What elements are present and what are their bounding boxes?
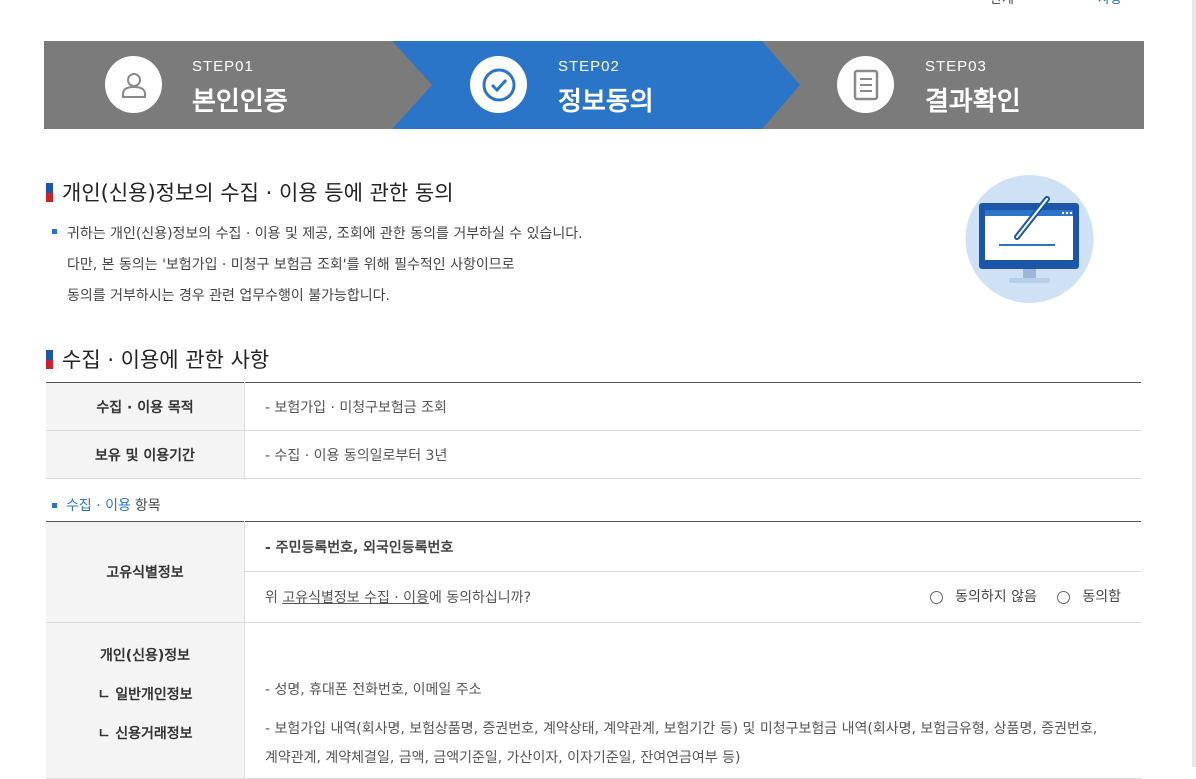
- credit-info-value: - 보험가입 내역(회사명, 보험상품명, 증권번호, 계약상태, 계약관계, …: [265, 721, 1098, 737]
- question-link[interactable]: 고유식별정보 수집 · 이용: [282, 590, 429, 606]
- disagree-radio[interactable]: [930, 590, 944, 604]
- user-icon: [105, 56, 162, 113]
- table-row: 보유 및 이용기간 - 수집 · 이용 동의일로부터 3년: [46, 430, 1141, 479]
- table-row: 수집 · 이용 목적 - 보험가입 · 미청구보험금 조회: [46, 382, 1141, 431]
- general-info-value: - 성명, 휴대폰 전화번호, 이메일 주소: [265, 682, 482, 698]
- table-row: 개인(신용)정보 ㄴ 일반개인정보 ㄴ 신용거래정보 - 성명, 휴대폰 전화번…: [46, 622, 1141, 779]
- top-nav-fragment-link[interactable]: 사항: [1098, 0, 1122, 7]
- step-title: 정보동의: [558, 87, 654, 117]
- row-value: - 성명, 휴대폰 전화번호, 이메일 주소 - 보험가입 내역(회사명, 보험…: [244, 622, 1141, 779]
- credit-info-value-cont: 계약관계, 계약체결일, 금액, 금액기준일, 가산이자, 이자기준일, 잔여연…: [265, 750, 741, 766]
- disagree-label[interactable]: 동의하지 않음: [955, 589, 1037, 605]
- items-label-dark: 항목: [134, 498, 161, 514]
- step-number: STEP01: [192, 58, 254, 75]
- usage-table: 수집 · 이용 목적 - 보험가입 · 미청구보험금 조회 보유 및 이용기간 …: [46, 382, 1141, 479]
- bullet-icon: [52, 229, 57, 234]
- step-title: 결과확인: [925, 87, 1021, 117]
- heading-text: 개인(신용)정보의 수집 · 이용 등에 관한 동의: [62, 181, 454, 205]
- table-row: 고유식별정보 - 주민등록번호, 외국인등록번호: [46, 521, 1141, 623]
- top-nav-fragment: 관계: [990, 0, 1014, 7]
- intro-line: 귀하는 개인(신용)정보의 수집 · 이용 및 제공, 조회에 관한 동의를 거…: [67, 226, 583, 242]
- row-value: - 수집 · 이용 동의일로부터 3년: [244, 430, 1141, 479]
- disagree-option[interactable]: 동의하지 않음: [930, 589, 1037, 605]
- check-icon: [470, 56, 527, 113]
- items-table: 고유식별정보 - 주민등록번호, 외국인등록번호 위 고유식별정보 수집 · 이…: [46, 521, 1141, 779]
- question-suffix: 에 동의하십니까?: [428, 590, 531, 606]
- intro-line: 동의를 거부하시는 경우 관련 업무수행이 불가능합니다.: [67, 288, 390, 304]
- row-label: 보유 및 이용기간: [46, 430, 245, 479]
- personal-info-label: 개인(신용)정보: [99, 648, 191, 664]
- step-3: STEP03 결과확인: [800, 41, 1144, 129]
- row-label: 수집 · 이용 목적: [46, 382, 245, 431]
- monitor-illustration: [965, 175, 1094, 303]
- step-2: STEP02 정보동의: [414, 41, 784, 129]
- usage-section-heading: 수집 · 이용에 관한 사항: [46, 344, 269, 374]
- document-icon: [837, 56, 894, 113]
- row-label: 개인(신용)정보 ㄴ 일반개인정보 ㄴ 신용거래정보: [46, 622, 245, 779]
- row-label: 고유식별정보: [46, 521, 245, 623]
- step-number: STEP03: [925, 58, 987, 75]
- heading-marker: [46, 182, 53, 202]
- consent-intro: 귀하는 개인(신용)정보의 수집 · 이용 및 제공, 조회에 관한 동의를 거…: [52, 219, 583, 312]
- step-title: 본인인증: [192, 87, 288, 117]
- heading-marker: [46, 349, 53, 369]
- bullet-icon: [52, 502, 57, 508]
- step-1: STEP01 본인인증: [44, 41, 392, 129]
- agree-label[interactable]: 동의함: [1082, 589, 1121, 605]
- consent-section-heading: 개인(신용)정보의 수집 · 이용 등에 관한 동의: [46, 177, 454, 207]
- intro-line: 다만, 본 동의는 '보험가입 · 미청구 보험금 조회'를 위해 필수적인 사…: [67, 257, 515, 273]
- step-progress-bar: STEP01 본인인증 STEP02 정보동의 STEP03 결과확인: [44, 41, 1144, 129]
- items-subheading: 수집 · 이용 항목: [52, 495, 161, 515]
- heading-text: 수집 · 이용에 관한 사항: [62, 348, 270, 372]
- general-info-label: ㄴ 일반개인정보: [97, 687, 193, 703]
- row-value: - 보험가입 · 미청구보험금 조회: [244, 382, 1141, 431]
- agree-radio[interactable]: [1057, 590, 1071, 604]
- row-value: - 주민등록번호, 외국인등록번호: [244, 521, 1141, 572]
- scrollbar[interactable]: [1192, 0, 1196, 767]
- agree-option[interactable]: 동의함: [1057, 589, 1121, 605]
- consent-question-cell: 위 고유식별정보 수집 · 이용에 동의하십니까? 동의하지 않음 동의함: [244, 571, 1141, 623]
- step-number: STEP02: [558, 58, 620, 75]
- items-label-blue: 수집 · 이용: [66, 498, 131, 514]
- consent-radio-group: 동의하지 않음 동의함: [914, 586, 1121, 606]
- question-prefix: 위: [265, 590, 283, 606]
- credit-info-label: ㄴ 신용거래정보: [97, 726, 193, 742]
